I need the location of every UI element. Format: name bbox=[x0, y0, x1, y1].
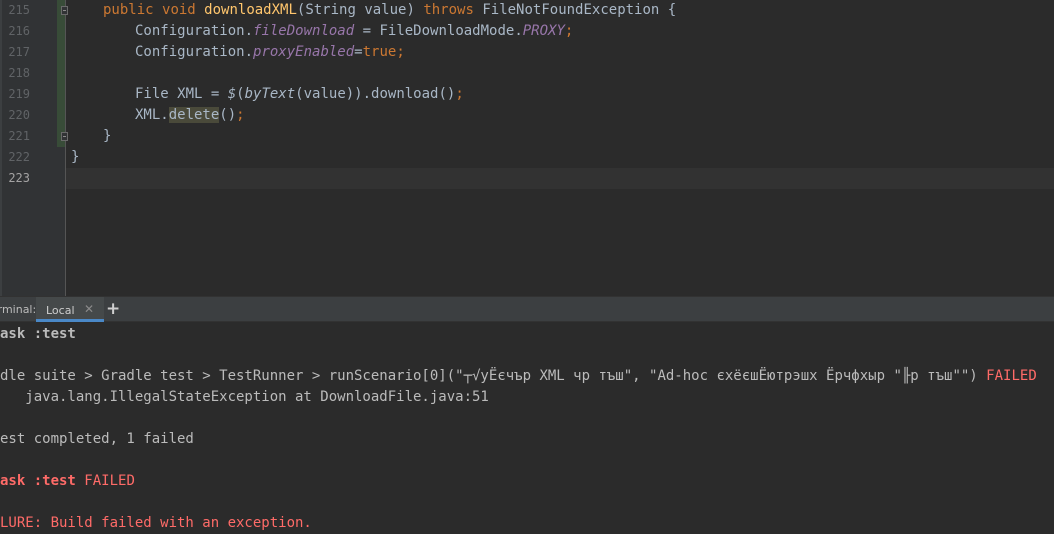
tab-local-label: Local bbox=[46, 304, 75, 317]
code-line-219[interactable]: File XML = $(byText(value)).download(); bbox=[135, 84, 464, 105]
code-text: (value)).download() bbox=[295, 86, 456, 102]
fold-icon[interactable] bbox=[61, 6, 68, 15]
line-number: 222 bbox=[8, 150, 30, 164]
code-editor[interactable]: 215 216 217 218 219 220 221 222 223 publ… bbox=[0, 0, 1054, 296]
line-number: 219 bbox=[8, 87, 30, 101]
code-line-220[interactable]: XML.delete(); bbox=[135, 105, 245, 126]
enum-constant: PROXY bbox=[522, 23, 565, 39]
keyword: throws bbox=[423, 2, 474, 18]
code-text: Configuration. bbox=[135, 23, 254, 39]
code-text: File XML = bbox=[135, 86, 228, 102]
line-number: 220 bbox=[8, 108, 30, 122]
vcs-change-marker[interactable] bbox=[57, 0, 65, 147]
terminal-text: ask :test bbox=[0, 473, 85, 489]
code-line-222[interactable]: } bbox=[71, 147, 79, 168]
code-text: } bbox=[71, 149, 80, 165]
semicolon: ; bbox=[564, 23, 574, 39]
keyword: true; bbox=[362, 44, 405, 60]
line-number: 218 bbox=[8, 66, 30, 80]
terminal-title: Terminal: bbox=[0, 303, 37, 316]
failed-status: FAILED bbox=[84, 473, 135, 489]
semicolon: ; bbox=[236, 107, 245, 123]
terminal-text: dle suite > Gradle test > TestRunner > r… bbox=[0, 368, 987, 384]
line-number: 215 bbox=[8, 3, 30, 17]
code-text: FileNotFoundException { bbox=[473, 2, 677, 18]
add-tab-button[interactable]: + bbox=[106, 299, 120, 319]
terminal-line: ask :test bbox=[0, 326, 76, 342]
code-text: () bbox=[219, 107, 237, 123]
method-call: $ bbox=[227, 86, 237, 102]
terminal-line: LURE: Build failed with an exception. bbox=[0, 515, 312, 531]
close-icon[interactable]: ✕ bbox=[84, 302, 94, 316]
field-name: fileDownload bbox=[253, 23, 355, 39]
semicolon: ; bbox=[455, 86, 464, 102]
line-number: 221 bbox=[8, 129, 30, 143]
keyword: public bbox=[103, 2, 154, 18]
current-line-highlight bbox=[66, 168, 1054, 189]
line-number: 217 bbox=[8, 45, 30, 59]
terminal-output[interactable]: ask :test dle suite > Gradle test > Test… bbox=[0, 322, 1054, 534]
code-text: = bbox=[354, 44, 363, 60]
code-line-215[interactable]: public void downloadXML(String value) th… bbox=[103, 0, 676, 21]
code-line-217[interactable]: Configuration.proxyEnabled=true; bbox=[135, 42, 405, 63]
terminal-toolbar: Terminal: Local ✕ + bbox=[0, 296, 1054, 322]
code-text: XML. bbox=[135, 107, 169, 123]
code-text: } bbox=[103, 128, 112, 144]
highlighted-usage: delete bbox=[168, 107, 220, 123]
line-number-current: 223 bbox=[8, 171, 30, 185]
code-line-221[interactable]: } bbox=[103, 126, 111, 147]
terminal-line: est completed, 1 failed bbox=[0, 431, 194, 447]
method-call: byText bbox=[244, 86, 296, 102]
method-name: downloadXML bbox=[204, 2, 297, 18]
code-line-216[interactable]: Configuration.fileDownload = FileDownloa… bbox=[135, 21, 573, 42]
code-text: = FileDownloadMode. bbox=[354, 23, 523, 39]
tab-local[interactable]: Local ✕ bbox=[36, 297, 105, 322]
field-name: proxyEnabled bbox=[253, 44, 355, 60]
fold-icon[interactable] bbox=[61, 132, 68, 141]
terminal-line: java.lang.IllegalStateException at Downl… bbox=[0, 389, 489, 405]
code-text: Configuration. bbox=[135, 44, 254, 60]
code-text: ( bbox=[236, 86, 245, 102]
line-number: 216 bbox=[8, 24, 30, 38]
code-text: (String value) bbox=[296, 2, 424, 18]
keyword: void bbox=[162, 2, 196, 18]
failed-status: FAILED bbox=[986, 368, 1037, 384]
editor-gutter: 215 216 217 218 219 220 221 222 223 bbox=[0, 0, 68, 296]
terminal-line: ask :test FAILED bbox=[0, 471, 135, 492]
terminal-line: dle suite > Gradle test > TestRunner > r… bbox=[0, 366, 1037, 387]
